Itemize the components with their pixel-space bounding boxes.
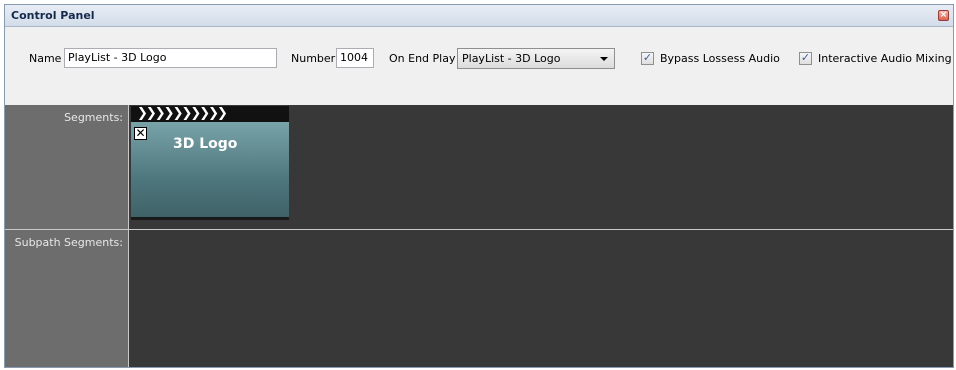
- subpath-segments-label: Subpath Segments:: [14, 236, 123, 249]
- segment-clip[interactable]: ❯❯❯❯❯❯❯❯❯❯ ✕ 3D Logo: [131, 106, 289, 222]
- properties-toolbar: Name PlayList - 3D Logo Number 1004 On E…: [5, 27, 953, 105]
- title-bar: Control Panel ×: [5, 5, 953, 27]
- bypass-label: Bypass Lossess Audio: [660, 52, 780, 65]
- clip-close-icon[interactable]: ✕: [134, 127, 147, 140]
- on-end-play-select[interactable]: PlayList - 3D Logo: [457, 48, 615, 69]
- name-label: Name: [29, 52, 62, 65]
- column-divider: [128, 105, 129, 367]
- name-input[interactable]: PlayList - 3D Logo: [64, 48, 277, 68]
- window-title: Control Panel: [11, 9, 95, 22]
- clip-body[interactable]: ✕ 3D Logo: [131, 122, 289, 220]
- segments-label-cell: Segments:: [5, 105, 129, 229]
- interactive-audio-label: Interactive Audio Mixing: [818, 52, 952, 65]
- clip-title: 3D Logo: [173, 136, 238, 152]
- subpath-segments-track[interactable]: [129, 230, 953, 367]
- control-panel: Control Panel × Name PlayList - 3D Logo …: [4, 4, 954, 368]
- subpath-label-cell: Subpath Segments:: [5, 230, 129, 367]
- clapperboard-icon: ❯❯❯❯❯❯❯❯❯❯: [131, 106, 289, 122]
- on-end-play-label: On End Play: [389, 52, 456, 65]
- segments-label: Segments:: [64, 111, 123, 124]
- interactive-audio-checkbox[interactable]: ✓: [799, 52, 812, 65]
- number-label: Number: [291, 52, 336, 65]
- close-icon[interactable]: ×: [938, 10, 949, 21]
- bypass-checkbox[interactable]: ✓: [641, 52, 654, 65]
- clapper-stripes: ❯❯❯❯❯❯❯❯❯❯: [137, 106, 228, 121]
- number-input[interactable]: 1004: [336, 48, 374, 68]
- dropdown-arrow-icon: [600, 57, 608, 61]
- on-end-play-value: PlayList - 3D Logo: [462, 52, 561, 65]
